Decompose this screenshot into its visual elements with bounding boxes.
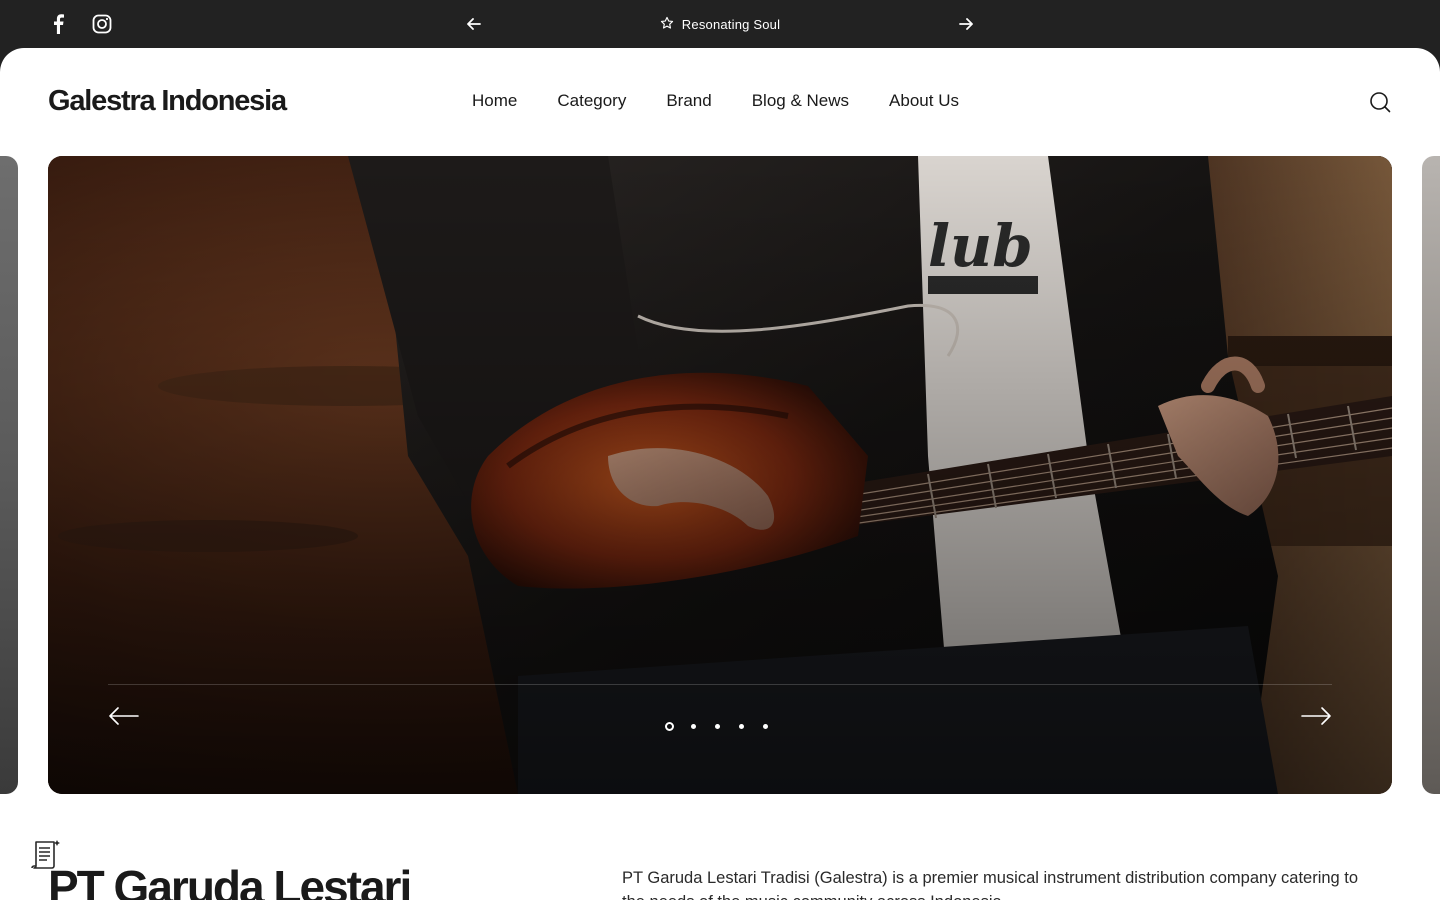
slider-next-button[interactable] (1300, 704, 1332, 728)
nav-category[interactable]: Category (557, 91, 626, 111)
about-description: PT Garuda Lestari Tradisi (Galestra) is … (622, 869, 1359, 900)
slider-prev-button[interactable] (108, 704, 140, 728)
social-links (46, 12, 114, 36)
announcement-bar: Resonating Soul (0, 0, 1440, 48)
nav-blog-news[interactable]: Blog & News (752, 91, 849, 111)
site-header: Galestra Indonesia Home Category Brand B… (0, 48, 1440, 156)
page-content: Galestra Indonesia Home Category Brand B… (0, 48, 1440, 900)
nav-brand[interactable]: Brand (666, 91, 711, 111)
announcement-prev-button[interactable] (462, 12, 486, 36)
slide-dot-3[interactable] (712, 721, 722, 731)
slider-pagination (664, 721, 770, 731)
slide-dot-2[interactable] (688, 721, 698, 731)
next-slide-peek[interactable] (1422, 156, 1440, 794)
previous-slide-peek[interactable] (0, 156, 18, 794)
hero-image: lub (48, 156, 1392, 794)
instagram-icon[interactable] (90, 12, 114, 36)
site-logo[interactable]: Galestra Indonesia (48, 85, 287, 118)
nav-about-us[interactable]: About Us (889, 91, 959, 111)
arrow-right-icon (959, 18, 973, 30)
arrow-left-icon (467, 18, 481, 30)
slide-dot-4[interactable] (736, 721, 746, 731)
nav-home[interactable]: Home (472, 91, 517, 111)
arrow-right-icon (1301, 707, 1331, 725)
main-nav: Home Category Brand Blog & News About Us (472, 91, 959, 111)
search-icon (1370, 92, 1391, 113)
arrow-left-icon (109, 707, 139, 725)
slider-divider (108, 684, 1332, 685)
announcement-text-container: Resonating Soul (500, 0, 940, 48)
announcement-text: Resonating Soul (681, 16, 781, 32)
hero-slideshow: lub (48, 156, 1392, 794)
facebook-icon[interactable] (46, 12, 70, 36)
slide-dot-5[interactable] (760, 721, 770, 731)
search-button[interactable] (1368, 90, 1392, 114)
star-icon (660, 16, 674, 33)
about-heading: PT Garuda Lestari (48, 861, 412, 900)
announcement-next-button[interactable] (954, 12, 978, 36)
slide-dot-1[interactable] (664, 721, 674, 731)
